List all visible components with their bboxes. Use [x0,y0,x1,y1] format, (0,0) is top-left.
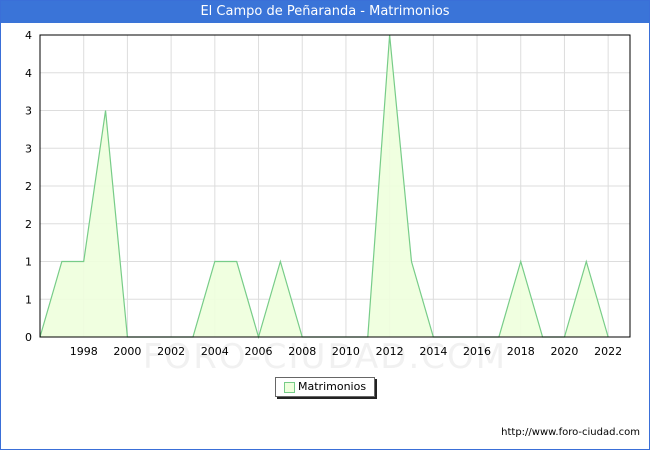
x-tick-label: 2000 [113,345,141,358]
x-tick-label: 2016 [463,345,491,358]
y-tick-label: 4 [25,67,32,80]
y-tick-label: 3 [25,105,32,118]
x-tick-label: 1998 [70,345,98,358]
watermark: FORO-CIUDAD.COM [143,337,507,377]
legend: Matrimonios [275,377,375,397]
x-tick-label: 2012 [376,345,404,358]
x-tick-label: 2004 [201,345,229,358]
y-tick-label: 1 [25,293,32,306]
legend-swatch [284,382,295,393]
y-tick-label: 2 [25,218,32,231]
y-tick-label: 1 [25,256,32,269]
x-tick-label: 2008 [288,345,316,358]
y-tick-label: 4 [25,29,32,42]
y-tick-label: 0 [25,331,32,344]
x-tick-label: 2006 [245,345,273,358]
y-tick-label: 3 [25,142,32,155]
x-tick-label: 2022 [594,345,622,358]
x-tick-label: 2010 [332,345,360,358]
legend-label: Matrimonios [298,380,367,393]
y-tick-label: 2 [25,180,32,193]
x-tick-label: 2014 [419,345,447,358]
x-tick-label: 2002 [157,345,185,358]
source-url: http://www.foro-ciudad.com [501,427,640,438]
x-tick-label: 2018 [507,345,535,358]
x-tick-label: 2020 [550,345,578,358]
